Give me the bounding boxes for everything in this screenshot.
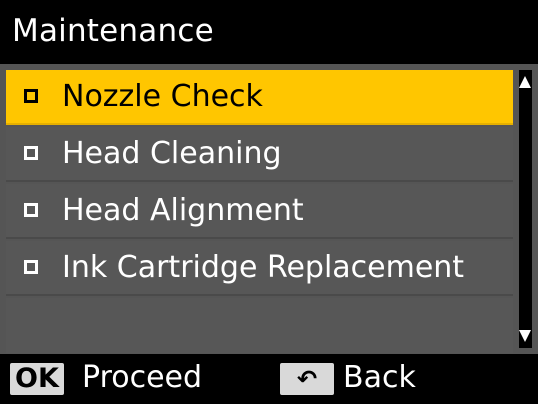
back-key-icon: ↶ (280, 363, 334, 395)
ok-key-icon: OK (10, 363, 64, 395)
scroll-up-arrow-icon (519, 76, 531, 88)
footer-hints: OK Proceed ↶ Back (0, 354, 538, 404)
menu-item-ink-cartridge-replacement[interactable]: Ink Cartridge Replacement (6, 241, 513, 296)
bullet-icon (24, 146, 38, 160)
proceed-label: Proceed (82, 360, 203, 395)
menu-item-label: Head Alignment (62, 193, 304, 228)
menu-item-label: Ink Cartridge Replacement (62, 250, 465, 285)
menu-item-head-cleaning[interactable]: Head Cleaning (6, 127, 513, 182)
printer-lcd-screen: Maintenance Nozzle Check Head Cleaning H… (0, 0, 538, 404)
menu-item-label: Head Cleaning (62, 136, 282, 171)
menu-item-label: Nozzle Check (62, 79, 263, 114)
menu-list: Nozzle Check Head Cleaning Head Alignmen… (0, 64, 538, 354)
back-label: Back (343, 360, 416, 395)
title-bar: Maintenance (0, 0, 538, 64)
bullet-icon (24, 203, 38, 217)
scroll-down-arrow-icon (519, 330, 531, 342)
bullet-icon (24, 260, 38, 274)
menu-item-head-alignment[interactable]: Head Alignment (6, 184, 513, 239)
menu-item-nozzle-check[interactable]: Nozzle Check (6, 70, 513, 125)
page-title: Maintenance (12, 13, 214, 49)
bullet-icon (24, 89, 38, 103)
menu-item-empty (6, 298, 513, 353)
scrollbar[interactable] (519, 70, 532, 348)
